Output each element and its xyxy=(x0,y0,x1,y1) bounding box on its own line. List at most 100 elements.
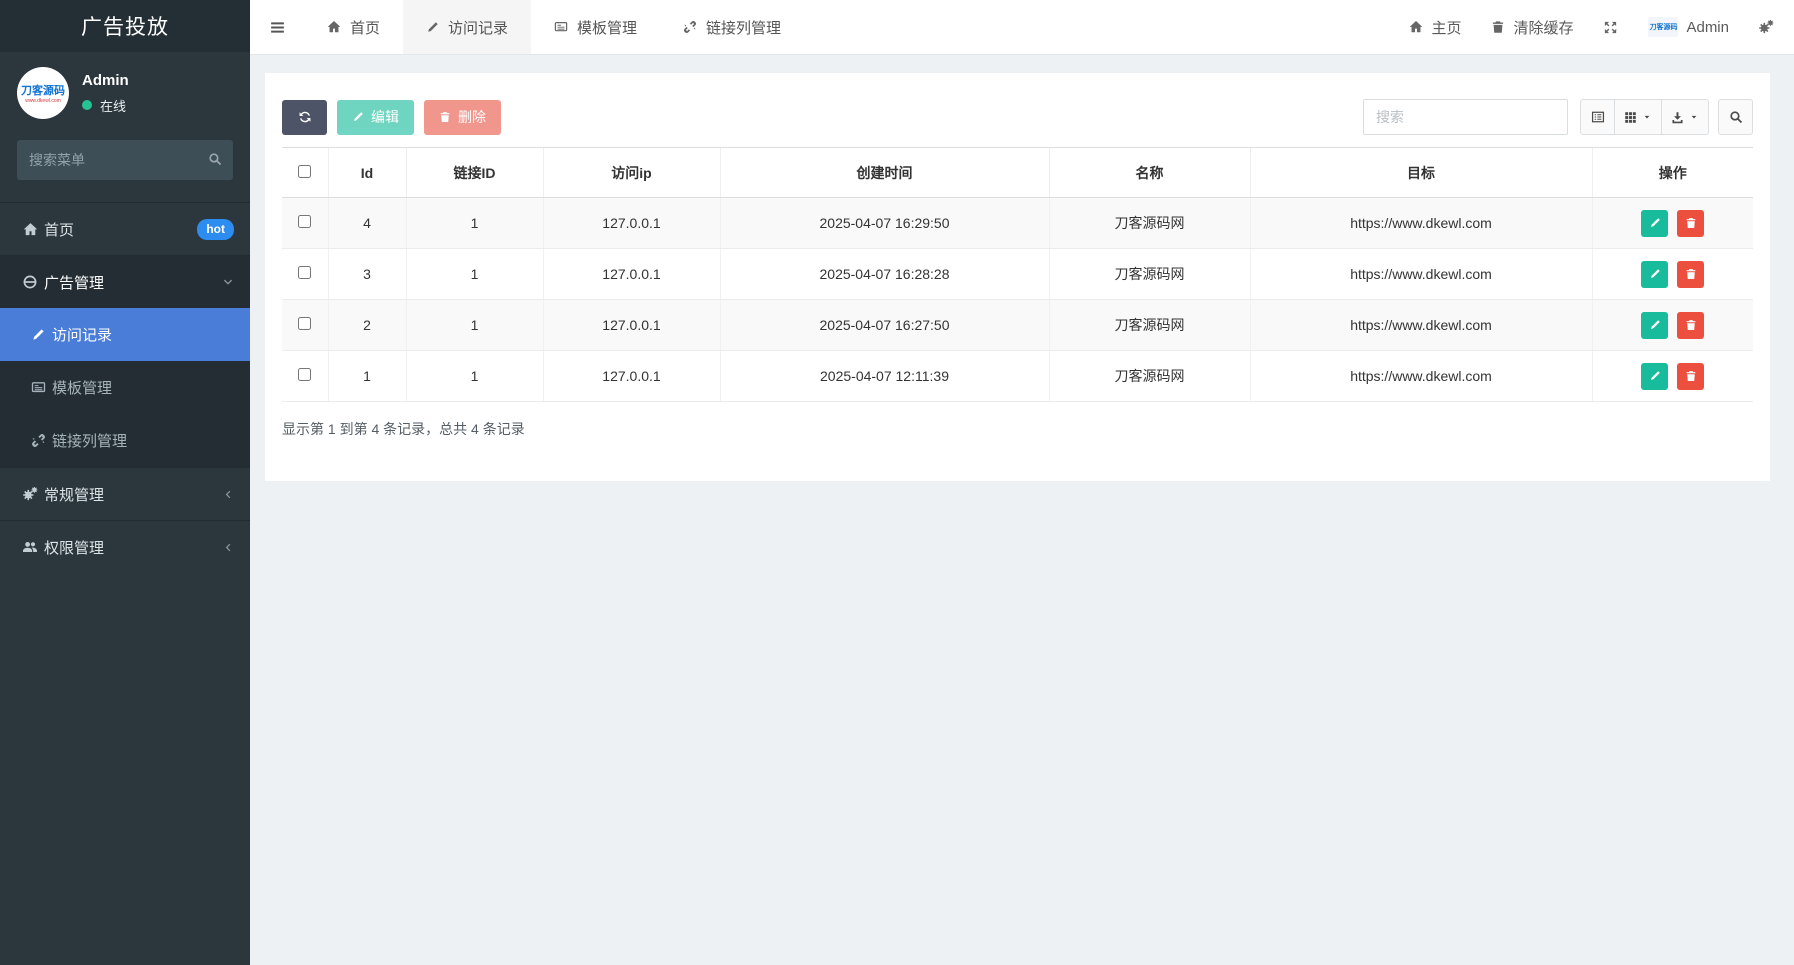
cell-created: 2025-04-07 12:11:39 xyxy=(720,351,1049,402)
caret-down-icon xyxy=(1642,112,1652,122)
cell-name: 刀客源码网 xyxy=(1049,300,1250,351)
download-icon xyxy=(1671,111,1684,124)
search-submit-button[interactable] xyxy=(1718,99,1753,135)
cell-link-id: 1 xyxy=(406,300,543,351)
edit-button[interactable]: 编辑 xyxy=(337,100,414,135)
table-row[interactable]: 4 1 127.0.0.1 2025-04-07 16:29:50 刀客源码网 … xyxy=(282,198,1753,249)
cell-name: 刀客源码网 xyxy=(1049,249,1250,300)
export-button[interactable] xyxy=(1661,99,1709,135)
select-all-checkbox[interactable] xyxy=(298,165,311,178)
table-search-input[interactable] xyxy=(1363,99,1568,135)
tab-link-list-management[interactable]: 链接列管理 xyxy=(660,0,804,54)
row-edit-button[interactable] xyxy=(1641,210,1668,237)
pencil-icon xyxy=(352,111,364,123)
trash-icon xyxy=(439,111,451,123)
detail-view-button[interactable] xyxy=(1580,99,1615,135)
table-row[interactable]: 1 1 127.0.0.1 2025-04-07 12:11:39 刀客源码网 … xyxy=(282,351,1753,402)
records-table: Id 链接ID 访问ip 创建时间 名称 目标 操作 4 1 127.0.0.1… xyxy=(282,147,1753,402)
clear-cache-button[interactable]: 清除缓存 xyxy=(1476,0,1588,54)
sidebar-item-template-management[interactable]: 模板管理 xyxy=(0,361,250,414)
pencil-icon xyxy=(1649,268,1661,280)
sidebar-item-label: 常规管理 xyxy=(44,484,223,505)
unlink-icon xyxy=(24,433,52,448)
cell-operations xyxy=(1592,300,1753,351)
unlink-icon xyxy=(683,20,697,34)
sidebar-item-home[interactable]: 首页 hot xyxy=(0,202,250,255)
user-panel: 刀客源码 www.dkewl.com Admin 在线 xyxy=(0,52,250,132)
sidebar-item-label: 模板管理 xyxy=(52,377,112,398)
table-row[interactable]: 2 1 127.0.0.1 2025-04-07 16:27:50 刀客源码网 … xyxy=(282,300,1753,351)
tab-visit-records[interactable]: 访问记录 xyxy=(403,0,531,54)
tab-label: 访问记录 xyxy=(448,17,508,38)
table-row[interactable]: 3 1 127.0.0.1 2025-04-07 16:28:28 刀客源码网 … xyxy=(282,249,1753,300)
pencil-icon xyxy=(1649,217,1661,229)
row-checkbox[interactable] xyxy=(298,368,311,381)
row-delete-button[interactable] xyxy=(1677,210,1704,237)
row-edit-button[interactable] xyxy=(1641,363,1668,390)
cell-id: 3 xyxy=(328,249,406,300)
users-icon xyxy=(16,539,44,555)
nav-tabs: 首页 访问记录 模板管理 链接列管理 xyxy=(304,0,804,54)
pencil-icon xyxy=(1649,319,1661,331)
search-icon xyxy=(1729,110,1743,124)
row-checkbox[interactable] xyxy=(298,317,311,330)
cell-created: 2025-04-07 16:28:28 xyxy=(720,249,1049,300)
column-header-link-id[interactable]: 链接ID xyxy=(406,148,543,198)
sidebar: 广告投放 刀客源码 www.dkewl.com Admin 在线 首页 hot … xyxy=(0,0,250,965)
home-icon xyxy=(327,20,341,34)
settings-button[interactable] xyxy=(1744,0,1794,54)
cell-ip: 127.0.0.1 xyxy=(543,351,720,402)
fullscreen-button[interactable] xyxy=(1588,0,1633,54)
menu-search-input[interactable] xyxy=(17,140,233,180)
avatar-logo-sub: www.dkewl.com xyxy=(25,98,61,104)
cell-id: 2 xyxy=(328,300,406,351)
sidebar-item-link-list-management[interactable]: 链接列管理 xyxy=(0,414,250,467)
delete-button[interactable]: 删除 xyxy=(424,100,501,135)
cell-id: 1 xyxy=(328,351,406,402)
view-button-group xyxy=(1580,99,1709,135)
column-header-target[interactable]: 目标 xyxy=(1250,148,1592,198)
sidebar-toggle-button[interactable] xyxy=(250,0,304,54)
cell-target: https://www.dkewl.com xyxy=(1250,249,1592,300)
pencil-icon xyxy=(24,328,52,342)
tab-label: 模板管理 xyxy=(577,17,637,38)
tab-label: 首页 xyxy=(350,17,380,38)
toolbar-right xyxy=(1363,99,1753,135)
cell-created: 2025-04-07 16:29:50 xyxy=(720,198,1049,249)
sidebar-item-general-management[interactable]: 常规管理 xyxy=(0,467,250,520)
sidebar-submenu: 访问记录 模板管理 链接列管理 xyxy=(0,308,250,467)
row-delete-button[interactable] xyxy=(1677,363,1704,390)
sidebar-item-ad-management[interactable]: 广告管理 xyxy=(0,255,250,308)
row-edit-button[interactable] xyxy=(1641,312,1668,339)
cell-operations xyxy=(1592,351,1753,402)
content-panel: 编辑 删除 xyxy=(265,73,1770,481)
header-checkbox-cell xyxy=(282,148,328,198)
tab-template-management[interactable]: 模板管理 xyxy=(531,0,660,54)
home-page-link[interactable]: 主页 xyxy=(1394,0,1476,54)
sidebar-item-permission-management[interactable]: 权限管理 xyxy=(0,520,250,573)
row-delete-button[interactable] xyxy=(1677,312,1704,339)
column-header-ip[interactable]: 访问ip xyxy=(543,148,720,198)
cell-link-id: 1 xyxy=(406,249,543,300)
sidebar-item-visit-records[interactable]: 访问记录 xyxy=(0,308,250,361)
column-header-id[interactable]: Id xyxy=(328,148,406,198)
user-dropdown[interactable]: 刀客源码 Admin xyxy=(1633,0,1744,54)
table-header-row: Id 链接ID 访问ip 创建时间 名称 目标 操作 xyxy=(282,148,1753,198)
username-label: Admin xyxy=(1686,19,1729,36)
tab-home[interactable]: 首页 xyxy=(304,0,403,54)
refresh-button[interactable] xyxy=(282,100,327,135)
row-delete-button[interactable] xyxy=(1677,261,1704,288)
tv-icon xyxy=(554,20,568,34)
column-header-created[interactable]: 创建时间 xyxy=(720,148,1049,198)
hot-badge: hot xyxy=(197,219,234,240)
cell-ip: 127.0.0.1 xyxy=(543,300,720,351)
sidebar-item-label: 广告管理 xyxy=(44,272,222,293)
row-checkbox[interactable] xyxy=(298,266,311,279)
sidebar-menu: 首页 hot 广告管理 访问记录 模板管理 链接列管理 常规管理 xyxy=(0,202,250,573)
row-edit-button[interactable] xyxy=(1641,261,1668,288)
column-header-name[interactable]: 名称 xyxy=(1049,148,1250,198)
row-checkbox[interactable] xyxy=(298,215,311,228)
columns-button[interactable] xyxy=(1614,99,1662,135)
sidebar-item-label: 权限管理 xyxy=(44,537,223,558)
cell-id: 4 xyxy=(328,198,406,249)
